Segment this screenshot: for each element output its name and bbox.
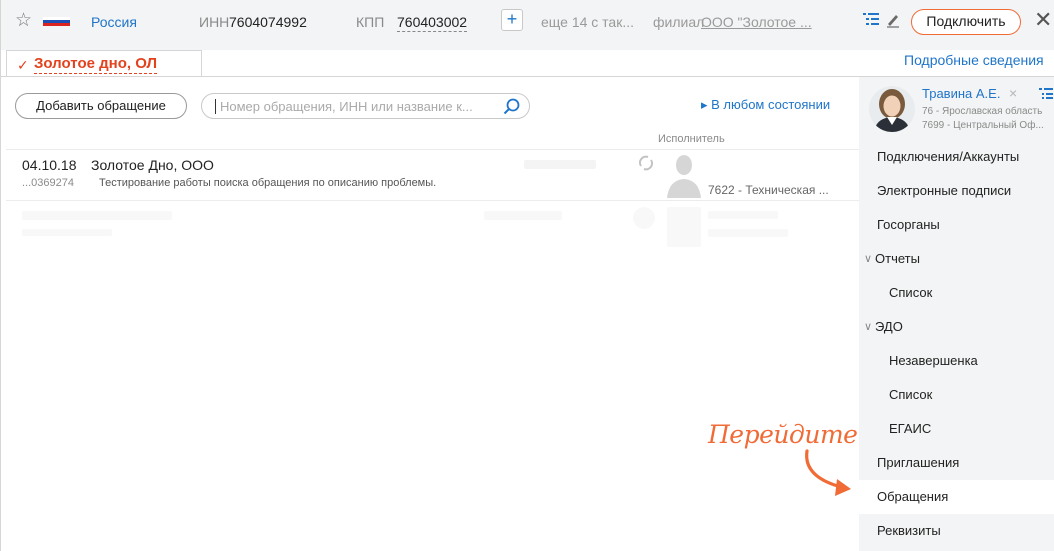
user-name[interactable]: Травина А.Е. <box>922 86 1000 101</box>
user-list-icon[interactable] <box>1039 87 1053 103</box>
chevron-down-icon: ∨ <box>864 253 873 265</box>
close-icon[interactable]: ✕ <box>1034 9 1052 31</box>
branch-label: филиал <box>653 14 705 30</box>
russia-flag-icon <box>43 17 70 26</box>
state-filter-link[interactable]: ▸ В любом состоянии <box>701 97 830 113</box>
nav-item-connections[interactable]: Подключения/Аккаунты <box>859 140 1054 174</box>
add-kpp-button[interactable]: + <box>501 9 523 31</box>
sync-icon <box>637 154 655 175</box>
nav-item-gov[interactable]: Госорганы <box>859 208 1054 242</box>
chevron-down-icon: ∨ <box>864 321 873 333</box>
details-link[interactable]: Подробные сведения <box>904 52 1044 68</box>
connect-button[interactable]: Подключить <box>911 9 1021 35</box>
request-description: Тестирование работы поиска обращения по … <box>99 177 437 189</box>
inn-value: 7604074992 <box>229 14 307 30</box>
table-row[interactable]: 04.10.18 Золотое Дно, ООО ...0369274 Тес… <box>6 150 859 201</box>
nav-group-reports[interactable]: ∨ Отчеты <box>859 242 1054 276</box>
annotation-text: Перейдите <box>708 420 858 449</box>
nav-item-edo-unfinished[interactable]: Незавершенка <box>859 344 1054 378</box>
loading-row-placeholder <box>6 201 859 251</box>
nav-item-signatures[interactable]: Электронные подписи <box>859 174 1054 208</box>
search-input[interactable]: Номер обращения, ИНН или название к... <box>201 93 530 119</box>
country-link[interactable]: Россия <box>91 14 137 30</box>
nav-group-reports-label: Отчеты <box>875 251 920 266</box>
branch-link[interactable]: ООО "Золотое ... <box>701 14 812 30</box>
nav-group-edo[interactable]: ∨ ЭДО <box>859 310 1054 344</box>
user-region: 76 - Ярославская область <box>922 106 1043 117</box>
inn-label: ИНН <box>199 14 230 30</box>
annotation-arrow-icon <box>781 448 861 503</box>
nav-item-edo-list[interactable]: Список <box>859 378 1054 412</box>
search-icon[interactable] <box>503 98 520 118</box>
text-cursor <box>215 99 216 114</box>
user-office: 7699 - Центральный Оф... <box>922 120 1044 131</box>
search-placeholder: Номер обращения, ИНН или название к... <box>220 99 473 114</box>
executor-name: 7622 - Техническая ... <box>708 183 829 197</box>
user-close-icon[interactable]: × <box>1009 85 1017 101</box>
user-avatar[interactable] <box>869 86 915 132</box>
more-orgs-link[interactable]: еще 14 с так... <box>541 14 634 30</box>
org-header-bar: ☆ Россия ИНН 7604074992 КПП 760403002 + … <box>1 0 1054 50</box>
request-org: Золотое Дно, ООО <box>91 157 214 173</box>
list-icon[interactable] <box>863 12 879 29</box>
app-window: ☆ Россия ИНН 7604074992 КПП 760403002 + … <box>0 0 1054 551</box>
edit-pen-icon[interactable] <box>885 12 901 31</box>
add-request-button[interactable]: Добавить обращение <box>15 93 187 119</box>
nav-item-requests[interactable]: Обращения <box>859 480 1054 514</box>
right-sidebar: Травина А.Е. × 76 - Ярославская область … <box>859 77 1054 551</box>
favorite-star-icon[interactable]: ☆ <box>15 11 32 31</box>
org-tab[interactable]: ✓ Золотое дно, ОЛ <box>6 50 202 77</box>
kpp-label: КПП <box>356 14 385 30</box>
nav-group-edo-label: ЭДО <box>875 319 903 334</box>
status-placeholder <box>524 160 596 169</box>
org-name[interactable]: Золотое дно, ОЛ <box>34 55 158 74</box>
nav-item-reports-list[interactable]: Список <box>859 276 1054 310</box>
request-date: 04.10.18 <box>22 157 77 173</box>
kpp-value[interactable]: 760403002 <box>397 14 468 32</box>
nav-item-egais[interactable]: ЕГАИС <box>859 412 1054 446</box>
check-icon: ✓ <box>17 57 29 73</box>
nav-item-requisites[interactable]: Реквизиты <box>859 514 1054 548</box>
request-number: ...0369274 <box>22 177 74 189</box>
executor-avatar-icon <box>667 152 701 201</box>
nav-item-invites[interactable]: Приглашения <box>859 446 1054 480</box>
executor-column-header: Исполнитель <box>658 133 725 145</box>
